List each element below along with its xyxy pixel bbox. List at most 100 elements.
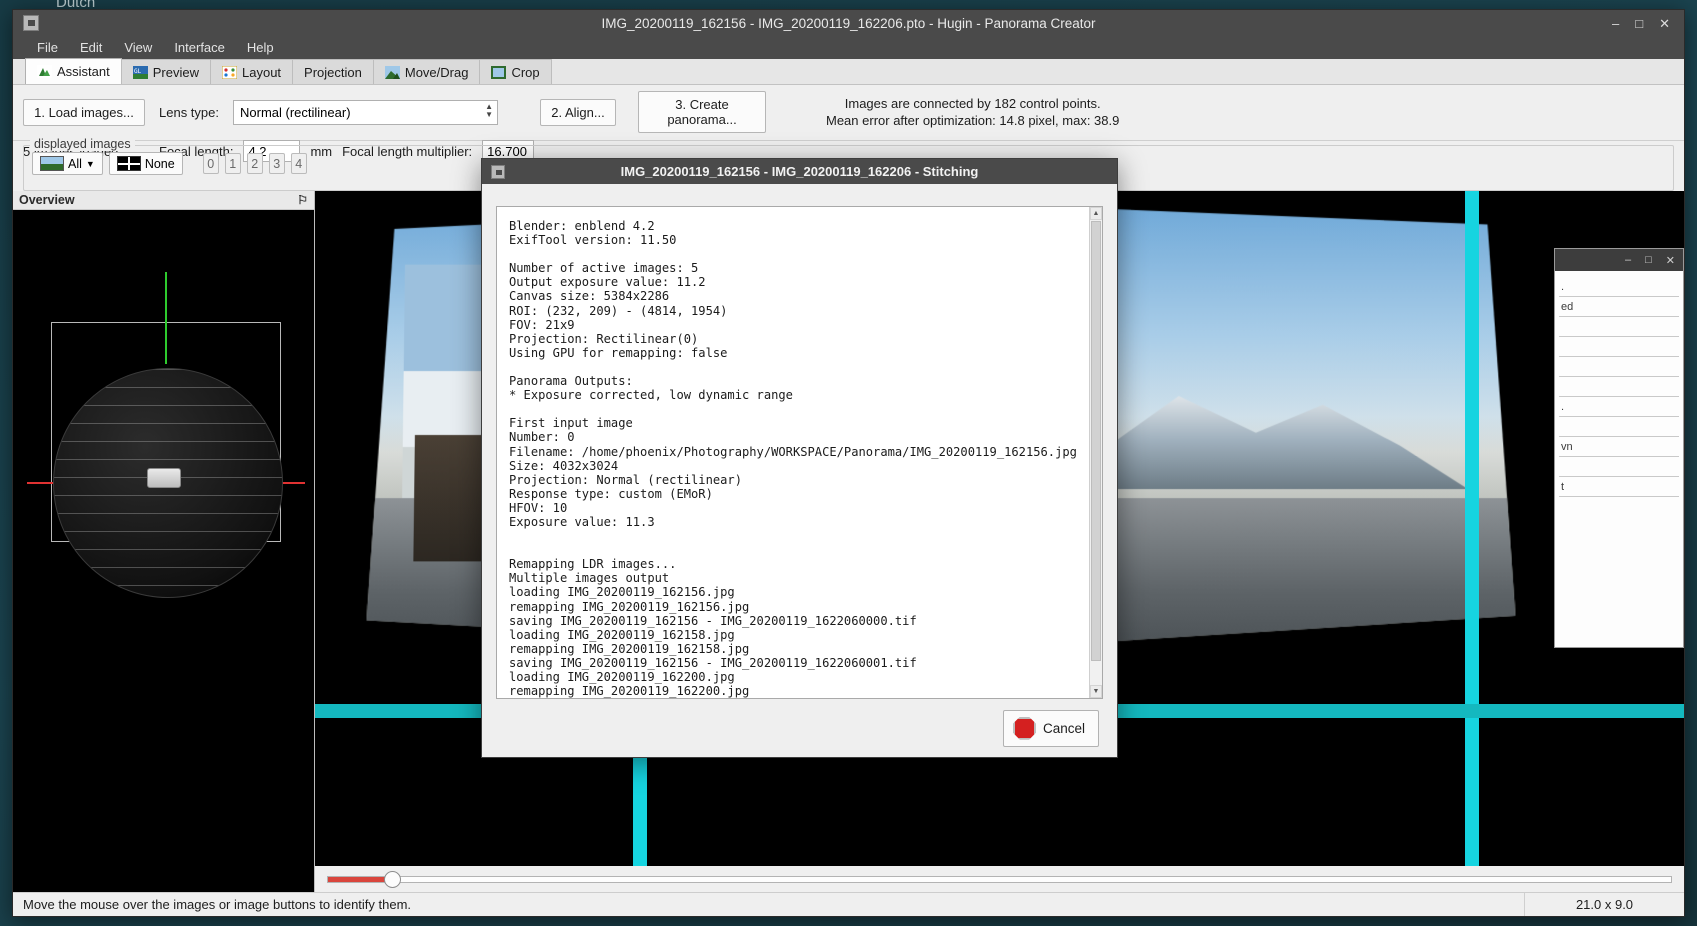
minimize-icon[interactable]: – — [1612, 17, 1619, 30]
stop-icon — [1012, 716, 1036, 740]
image-toggle-1[interactable]: 1 — [224, 153, 241, 174]
show-none-images-button[interactable]: None — [108, 152, 183, 175]
tab-move-drag-label: Move/Drag — [404, 64, 469, 80]
chevron-down-icon[interactable]: ▼ — [86, 159, 95, 169]
tab-preview[interactable]: GL Preview — [120, 59, 211, 84]
overview-pane-title: Overview — [19, 193, 75, 207]
tab-projection[interactable]: Projection — [292, 59, 374, 84]
assistant-panel: 1. Load images... Lens type: Normal (rec… — [13, 85, 1684, 162]
image-toggle-4[interactable]: 4 — [290, 153, 307, 174]
bg-row — [1559, 357, 1679, 377]
overview-3d-view[interactable] — [13, 210, 314, 892]
bg-row: vn — [1559, 437, 1679, 457]
preview-gl-icon: GL — [132, 65, 148, 79]
preview-zoom-slider[interactable] — [327, 870, 1672, 888]
window-titlebar: IMG_20200119_162156 - IMG_20200119_16220… — [13, 10, 1684, 36]
maximize-icon[interactable]: □ — [1635, 17, 1643, 30]
bg-close-icon[interactable]: ✕ — [1666, 254, 1675, 267]
overview-camera-marker — [147, 468, 181, 488]
all-label: All — [68, 156, 82, 171]
menu-view[interactable]: View — [114, 38, 162, 57]
bg-row — [1559, 457, 1679, 477]
mean-error-status: Mean error after optimization: 14.8 pixe… — [826, 113, 1120, 128]
cancel-button[interactable]: Cancel — [1002, 709, 1099, 747]
stitching-log-box[interactable]: Blender: enblend 4.2 ExifTool version: 1… — [496, 206, 1103, 700]
window-controls[interactable]: – □ ✕ — [1612, 17, 1684, 30]
scroll-up-icon[interactable]: ▲ — [1090, 207, 1102, 220]
tab-move-drag[interactable]: Move/Drag — [372, 59, 481, 84]
menu-interface[interactable]: Interface — [164, 38, 235, 57]
image-toggle-0[interactable]: 0 — [202, 153, 219, 174]
app-icon — [23, 15, 39, 31]
load-images-button[interactable]: 1. Load images... — [23, 98, 145, 126]
bg-maximize-icon[interactable]: □ — [1645, 254, 1652, 266]
panorama-dimensions: 21.0 x 9.0 — [1524, 893, 1684, 916]
tab-layout-label: Layout — [242, 64, 282, 80]
menu-edit[interactable]: Edit — [70, 38, 112, 57]
image-toggle-3[interactable]: 3 — [268, 153, 285, 174]
bg-row: t — [1559, 477, 1679, 497]
background-window-body: . ed . vn t — [1555, 271, 1683, 503]
scrollbar-thumb[interactable] — [1091, 221, 1101, 661]
scroll-down-icon[interactable]: ▼ — [1090, 685, 1102, 699]
window-title: IMG_20200119_162156 - IMG_20200119_16220… — [601, 15, 1096, 31]
image-toggle-2[interactable]: 2 — [246, 153, 263, 174]
lens-type-value: Normal (rectilinear) — [240, 104, 351, 120]
show-all-images-button[interactable]: All ▼ — [32, 152, 103, 175]
crop-guide-vertical-right — [1465, 191, 1479, 866]
menubar[interactable]: File Edit View Interface Help — [13, 36, 1684, 59]
overview-pane-header: Overview ⚐ — [13, 191, 314, 210]
assistant-icon — [37, 65, 52, 78]
slider-knob[interactable] — [384, 870, 401, 888]
svg-text:GL: GL — [134, 68, 142, 75]
bg-row: . — [1559, 397, 1679, 417]
stitching-dialog: IMG_20200119_162156 - IMG_20200119_16220… — [481, 158, 1118, 758]
cancel-button-label: Cancel — [1042, 720, 1085, 736]
move-drag-icon — [384, 65, 400, 79]
bg-row — [1559, 377, 1679, 397]
bg-row — [1559, 417, 1679, 437]
stitching-dialog-footer: Cancel — [482, 699, 1117, 757]
tab-assistant[interactable]: Assistant — [25, 58, 122, 84]
tab-crop[interactable]: Crop — [479, 59, 552, 84]
slider-fill — [328, 876, 390, 882]
close-icon[interactable]: ✕ — [1659, 17, 1670, 30]
stitching-dialog-titlebar: IMG_20200119_162156 - IMG_20200119_16220… — [482, 159, 1117, 184]
status-hint: Move the mouse over the images or image … — [23, 897, 412, 912]
tabstrip[interactable]: Assistant GL Preview Layout Projection M… — [13, 58, 1684, 85]
lens-type-select[interactable]: Normal (rectilinear) ▲ ▼ — [233, 99, 498, 125]
bg-minimize-icon[interactable]: – — [1625, 254, 1631, 266]
tab-preview-label: Preview — [152, 64, 199, 80]
displayed-images-legend: displayed images — [30, 137, 135, 151]
tab-crop-label: Crop — [511, 64, 540, 80]
background-window-titlebar: – □ ✕ — [1555, 249, 1683, 271]
layout-icon — [221, 65, 238, 79]
all-images-swatch-icon — [40, 156, 64, 171]
create-panorama-button[interactable]: 3. Create panorama... — [638, 91, 766, 133]
none-images-swatch-icon — [116, 156, 141, 171]
pin-icon[interactable]: ⚐ — [297, 193, 308, 207]
statusbar: Move the mouse over the images or image … — [13, 892, 1684, 916]
stitching-log-wrap: Blender: enblend 4.2 ExifTool version: 1… — [496, 206, 1103, 700]
bg-row — [1559, 317, 1679, 337]
tab-layout[interactable]: Layout — [210, 59, 294, 84]
crop-icon — [491, 65, 507, 79]
background-window[interactable]: – □ ✕ . ed . vn t — [1554, 248, 1684, 648]
preview-zoom-slider-row[interactable] — [315, 866, 1684, 892]
menu-help[interactable]: Help — [237, 38, 284, 57]
stitching-log-scrollbar[interactable]: ▲ ▼ — [1089, 207, 1102, 699]
control-points-status: Images are connected by 182 control poin… — [844, 96, 1101, 111]
bg-row: ed — [1559, 297, 1679, 317]
chevron-updown-icon[interactable]: ▲ ▼ — [485, 102, 493, 119]
main-window: IMG_20200119_162156 - IMG_20200119_16220… — [12, 9, 1685, 917]
bg-row — [1559, 337, 1679, 357]
align-button[interactable]: 2. Align... — [540, 98, 616, 126]
overview-pane: Overview ⚐ — [13, 191, 315, 892]
stitching-dialog-title: IMG_20200119_162156 - IMG_20200119_16220… — [620, 164, 979, 179]
tab-projection-label: Projection — [304, 64, 362, 80]
tab-assistant-label: Assistant — [57, 64, 110, 79]
overview-axis-vertical — [165, 272, 167, 364]
lens-type-label: Lens type: — [159, 104, 219, 120]
bg-row: . — [1559, 277, 1679, 297]
menu-file[interactable]: File — [27, 38, 68, 57]
